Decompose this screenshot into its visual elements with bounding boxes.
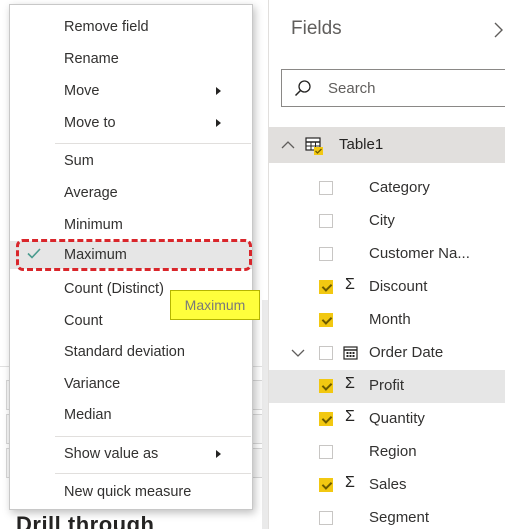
menu-item-label: Minimum <box>64 217 123 233</box>
submenu-arrow-icon <box>216 87 221 95</box>
menu-item-remove-field[interactable]: Remove field <box>10 13 252 41</box>
menu-item-label: Show value as <box>64 446 159 462</box>
menu-item-label: Move <box>64 83 100 99</box>
menu-item-label: Standard deviation <box>64 344 185 360</box>
field-checkbox[interactable] <box>319 511 333 525</box>
field-row-category[interactable]: Category <box>269 172 505 205</box>
menu-item-move[interactable]: Move <box>10 77 252 105</box>
menu-item-label: Variance <box>64 376 121 392</box>
field-checkbox[interactable] <box>319 247 333 261</box>
field-name: Customer Na... <box>369 245 470 262</box>
field-checkbox[interactable] <box>319 313 333 327</box>
menu-item-label: Count (Distinct) <box>64 281 164 297</box>
field-name: Discount <box>369 278 428 295</box>
menu-separator <box>55 143 251 144</box>
field-name: Profit <box>369 377 405 394</box>
pane-title: Fields <box>291 18 342 39</box>
field-checkbox[interactable] <box>319 445 333 459</box>
field-checkbox[interactable] <box>319 280 333 294</box>
menu-item-label: Sum <box>64 153 94 169</box>
menu-item-standard-deviation[interactable]: Standard deviation <box>10 338 252 366</box>
menu-separator <box>55 436 251 437</box>
menu-item-move-to[interactable]: Move to <box>10 109 252 137</box>
menu-item-label: Move to <box>64 115 116 131</box>
field-checkbox[interactable] <box>319 478 333 492</box>
menu-item-variance[interactable]: Variance <box>10 370 252 398</box>
menu-item-label: New quick measure <box>64 484 192 500</box>
field-checkbox[interactable] <box>319 214 333 228</box>
field-row-discount[interactable]: Σ Discount <box>269 271 505 304</box>
field-name: Sales <box>369 476 407 493</box>
field-checkbox[interactable] <box>319 379 333 393</box>
field-context-menu: Remove field Rename Move Move to Sum Ave… <box>9 4 253 510</box>
menu-separator <box>55 473 251 474</box>
search-box[interactable] <box>281 69 505 107</box>
table-icon <box>305 137 323 155</box>
tooltip: Maximum <box>170 290 260 320</box>
field-row-customer-name[interactable]: Customer Na... <box>269 238 505 271</box>
menu-item-median[interactable]: Median <box>10 401 252 429</box>
calendar-icon <box>343 346 358 360</box>
search-icon <box>294 80 311 97</box>
table-name: Table1 <box>339 136 384 153</box>
field-checkbox[interactable] <box>319 346 333 360</box>
menu-item-label: Median <box>64 407 112 423</box>
menu-item-label: Remove field <box>64 19 149 35</box>
submenu-arrow-icon <box>216 450 221 458</box>
field-name: Category <box>369 179 430 196</box>
field-row-order-date[interactable]: Order Date <box>269 337 505 370</box>
field-name: Order Date <box>369 344 444 361</box>
menu-item-new-quick-measure[interactable]: New quick measure <box>10 478 252 506</box>
field-row-month[interactable]: Month <box>269 304 505 337</box>
field-checkbox[interactable] <box>319 181 333 195</box>
sigma-icon: Σ <box>345 375 355 392</box>
menu-item-rename[interactable]: Rename <box>10 45 252 73</box>
sigma-icon: Σ <box>345 474 355 491</box>
field-name: Segment <box>369 509 430 526</box>
field-checkbox[interactable] <box>319 412 333 426</box>
field-row-quantity[interactable]: Σ Quantity <box>269 403 505 436</box>
chevron-down-icon[interactable] <box>291 346 305 360</box>
menu-item-label: Average <box>64 185 118 201</box>
highlight-annotation <box>16 239 252 271</box>
drill-through-label: Drill through <box>16 512 155 529</box>
field-name: Month <box>369 311 411 328</box>
menu-item-label: Count <box>64 313 103 329</box>
field-row-region[interactable]: Region <box>269 436 505 469</box>
search-input[interactable] <box>328 78 505 98</box>
field-row-city[interactable]: City <box>269 205 505 238</box>
menu-item-show-value-as[interactable]: Show value as <box>10 440 252 468</box>
submenu-arrow-icon <box>216 119 221 127</box>
table-node[interactable]: Table1 <box>269 127 505 163</box>
menu-item-average[interactable]: Average <box>10 179 252 207</box>
fields-pane: Fields Table1 Category City Customer Na.… <box>268 0 505 529</box>
field-name: Quantity <box>369 410 425 427</box>
field-row-segment[interactable]: Segment <box>269 502 505 529</box>
field-row-sales[interactable]: Σ Sales <box>269 469 505 502</box>
sigma-icon: Σ <box>345 276 355 293</box>
menu-item-label: Rename <box>64 51 119 67</box>
sigma-icon: Σ <box>345 408 355 425</box>
field-name: City <box>369 212 395 229</box>
menu-item-sum[interactable]: Sum <box>10 147 252 175</box>
chevron-up-icon[interactable] <box>281 138 295 152</box>
menu-item-minimum[interactable]: Minimum <box>10 211 252 239</box>
field-row-profit[interactable]: Σ Profit <box>269 370 505 403</box>
field-name: Region <box>369 443 417 460</box>
chevron-right-icon[interactable] <box>493 20 505 40</box>
